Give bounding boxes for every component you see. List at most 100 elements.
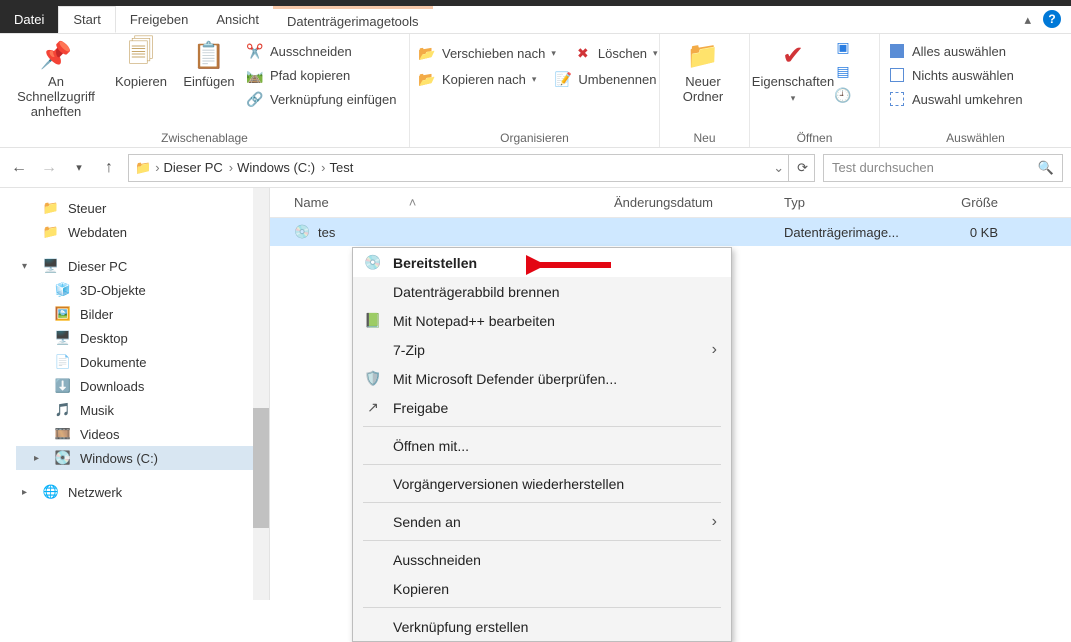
- tree-item-webdaten[interactable]: 📁 Webdaten: [16, 220, 265, 244]
- ctx-zip-label: 7-Zip: [393, 342, 425, 358]
- tree-label: Netzwerk: [68, 485, 122, 500]
- tree-item-music[interactable]: 🎵Musik: [16, 398, 265, 422]
- col-date[interactable]: Änderungsdatum: [614, 195, 784, 210]
- new-folder-button[interactable]: 📁 Neuer Ordner: [668, 38, 738, 104]
- ctx-share[interactable]: ↗Freigabe: [353, 393, 731, 422]
- ctx-cut[interactable]: Ausschneiden: [353, 545, 731, 574]
- ctx-mount-label: Bereitstellen: [393, 255, 477, 271]
- open-icon: ▣: [834, 38, 852, 56]
- chevron-right-icon[interactable]: ▸: [22, 487, 34, 498]
- tree-item-network[interactable]: ▸🌐Netzwerk: [16, 480, 265, 504]
- collapse-ribbon-icon[interactable]: ▴: [1024, 6, 1037, 33]
- tree-item-steuer[interactable]: 📁Steuer: [16, 196, 265, 220]
- bc-drive-label: Windows (C:): [237, 160, 315, 175]
- ctx-defender[interactable]: 🛡️Mit Microsoft Defender überprüfen...: [353, 364, 731, 393]
- recent-dropdown[interactable]: ▾: [68, 161, 90, 174]
- rename-button[interactable]: 📝Umbenennen: [554, 70, 656, 88]
- tree-label: Webdaten: [68, 225, 127, 240]
- tab-imagetools[interactable]: Datenträgerimagetools: [273, 6, 433, 33]
- history-button[interactable]: 🕘: [834, 86, 852, 104]
- separator: [363, 426, 721, 427]
- select-all-button[interactable]: Alles auswählen: [888, 42, 1023, 60]
- address-dropdown-icon[interactable]: ⌄: [773, 160, 784, 176]
- pin-quickaccess-button[interactable]: 📌 An Schnellzugriff anheften: [8, 38, 104, 119]
- ctx-prev-versions[interactable]: Vorgängerversionen wiederherstellen: [353, 469, 731, 498]
- ctx-mount[interactable]: 💿Bereitstellen: [353, 248, 731, 277]
- chevron-right-icon: ›: [229, 160, 233, 175]
- ctx-create-shortcut[interactable]: Verknüpfung erstellen: [353, 612, 731, 641]
- column-headers[interactable]: Name˄ Änderungsdatum Typ Größe: [270, 188, 1071, 218]
- ctx-openwith-label: Öffnen mit...: [393, 438, 469, 454]
- properties-button[interactable]: ✔ Eigenschaften: [758, 38, 828, 104]
- copy-button[interactable]: 🗐 Kopieren: [110, 38, 172, 89]
- paste-icon: 📋: [192, 38, 226, 72]
- separator: [363, 540, 721, 541]
- help-icon[interactable]: ?: [1043, 10, 1061, 28]
- up-button[interactable]: ↑: [98, 159, 120, 177]
- refresh-button[interactable]: ⟳: [788, 155, 808, 181]
- tab-start[interactable]: Start: [58, 6, 115, 33]
- ctx-shortcut-label: Verknüpfung erstellen: [393, 619, 528, 635]
- paste-shortcut-button[interactable]: 🔗Verknüpfung einfügen: [246, 90, 397, 108]
- copy-path-button[interactable]: 🛤️Pfad kopieren: [246, 66, 397, 84]
- bc-pc-label: Dieser PC: [164, 160, 223, 175]
- cut-button[interactable]: ✂️Ausschneiden: [246, 42, 397, 60]
- ctx-sendto[interactable]: Senden an›: [353, 507, 731, 536]
- tree-item-desktop[interactable]: 🖥️Desktop: [16, 326, 265, 350]
- chevron-right-icon[interactable]: ▸: [34, 453, 46, 464]
- chevron-down-icon[interactable]: ▾: [22, 261, 34, 272]
- col-type[interactable]: Typ: [784, 195, 934, 210]
- search-input[interactable]: Test durchsuchen 🔍: [823, 154, 1063, 182]
- moveto-label: Verschieben nach: [442, 46, 545, 61]
- edit-button[interactable]: ▤: [834, 62, 852, 80]
- tree-label: Musik: [80, 403, 114, 418]
- cut-label: Ausschneiden: [270, 44, 352, 59]
- file-type: Datenträgerimage...: [784, 225, 934, 240]
- ctx-burn[interactable]: Datenträgerabbild brennen: [353, 277, 731, 306]
- paste-button[interactable]: 📋 Einfügen: [178, 38, 240, 89]
- tree-item-thispc[interactable]: ▾🖥️Dieser PC: [16, 254, 265, 278]
- sidebar-scrollbar[interactable]: [253, 188, 269, 600]
- sort-asc-icon: ˄: [409, 195, 417, 210]
- tree-item-downloads[interactable]: ⬇️Downloads: [16, 374, 265, 398]
- tree-item-videos[interactable]: 🎞️Videos: [16, 422, 265, 446]
- download-icon: ⬇️: [54, 378, 72, 394]
- tab-freigeben[interactable]: Freigeben: [116, 6, 203, 33]
- move-to-button[interactable]: 📂Verschieben nach: [418, 44, 556, 62]
- ctx-openwith[interactable]: Öffnen mit...: [353, 431, 731, 460]
- select-none-button[interactable]: Nichts auswählen: [888, 66, 1023, 84]
- tree-item-documents[interactable]: 📄Dokumente: [16, 350, 265, 374]
- forward-button[interactable]: →: [38, 159, 60, 177]
- tree-label: Windows (C:): [80, 451, 158, 466]
- ctx-notepadpp[interactable]: 📗Mit Notepad++ bearbeiten: [353, 306, 731, 335]
- copy-label: Kopieren: [115, 74, 167, 89]
- open-button[interactable]: ▣: [834, 38, 852, 56]
- check-icon: ✔: [776, 38, 810, 72]
- group-select-label: Auswählen: [888, 129, 1063, 145]
- tree-item-pictures[interactable]: 🖼️Bilder: [16, 302, 265, 326]
- breadcrumb[interactable]: 📁 › Dieser PC› Windows (C:)› Test ⌄ ⟳: [128, 154, 815, 182]
- copyto-icon: 📂: [418, 70, 436, 88]
- col-size[interactable]: Größe: [934, 195, 1014, 210]
- delete-button[interactable]: ✖Löschen: [574, 44, 658, 62]
- col-name[interactable]: Name˄: [294, 195, 614, 210]
- ctx-7zip[interactable]: 7-Zip›: [353, 335, 731, 364]
- tab-datei[interactable]: Datei: [0, 6, 58, 33]
- file-row[interactable]: 💿 tes Datenträgerimage... 0 KB: [270, 218, 1071, 246]
- tab-ansicht[interactable]: Ansicht: [202, 6, 273, 33]
- chevron-right-icon[interactable]: ›: [155, 160, 159, 175]
- separator: [363, 607, 721, 608]
- copy-to-button[interactable]: 📂Kopieren nach: [418, 70, 536, 88]
- tree-item-drive-c[interactable]: ▸💽Windows (C:): [16, 446, 265, 470]
- folder-icon: 📁: [42, 224, 60, 240]
- navigation-tree: 📁Steuer 📁 Webdaten ▾🖥️Dieser PC 🧊3D-Objek…: [0, 188, 270, 600]
- breadcrumb-drive[interactable]: Windows (C:)›: [237, 160, 325, 175]
- tree-label: Videos: [80, 427, 120, 442]
- invert-selection-button[interactable]: Auswahl umkehren: [888, 90, 1023, 108]
- back-button[interactable]: ←: [8, 159, 30, 177]
- ctx-copy[interactable]: Kopieren: [353, 574, 731, 603]
- breadcrumb-pc[interactable]: Dieser PC ›: [164, 160, 234, 175]
- scrollbar-thumb[interactable]: [253, 408, 269, 528]
- breadcrumb-folder[interactable]: Test: [329, 160, 353, 175]
- tree-item-3dobjects[interactable]: 🧊3D-Objekte: [16, 278, 265, 302]
